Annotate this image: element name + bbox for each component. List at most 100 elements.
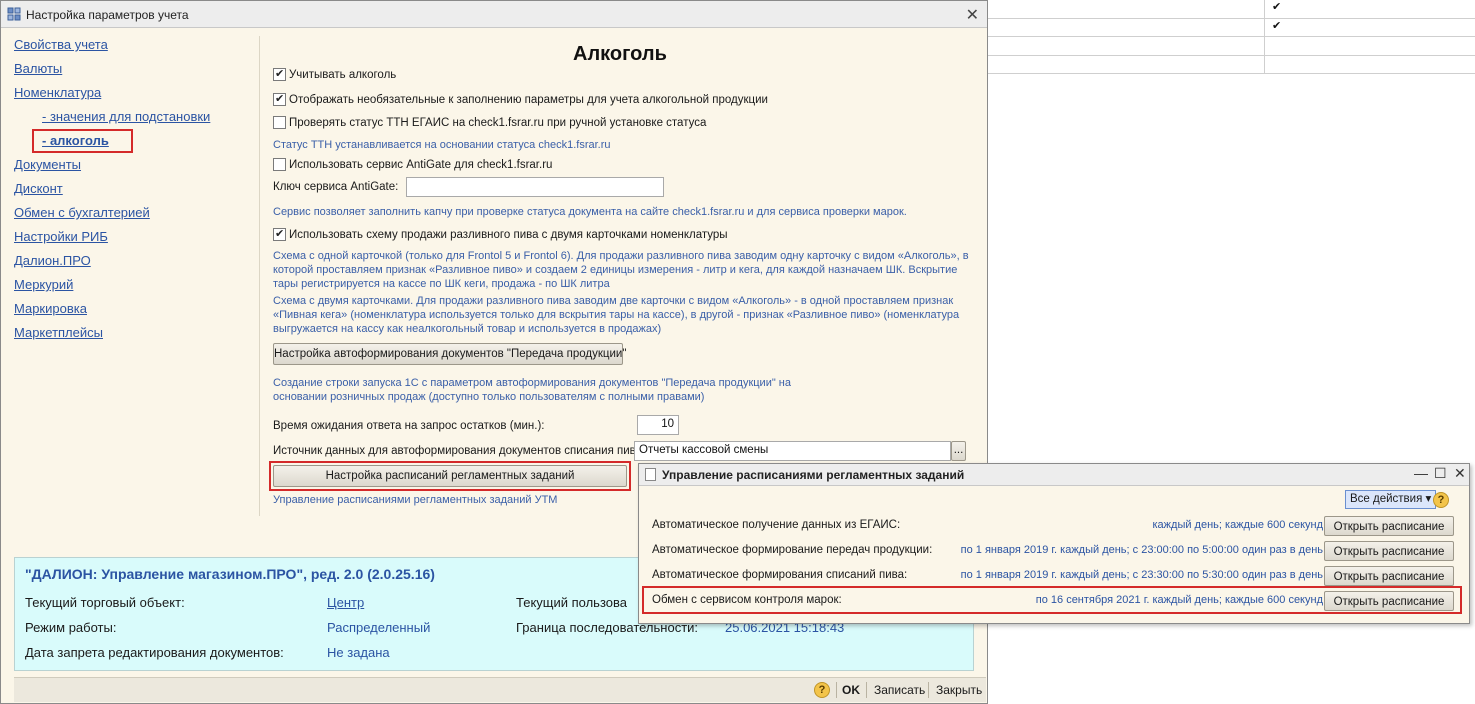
background-table-row — [988, 18, 1475, 37]
track-alcohol-checkbox[interactable] — [273, 67, 286, 81]
edit-lock-date-label: Дата запрета редактирования документов: — [25, 645, 284, 660]
minimize-icon[interactable]: — — [1414, 465, 1428, 481]
beer-two-cards-checkbox[interactable] — [273, 227, 286, 241]
help-icon[interactable]: ? — [814, 682, 830, 698]
open-schedule-button[interactable]: Открыть расписание — [1324, 541, 1454, 561]
antigate-key-label: Ключ сервиса AntiGate: — [273, 181, 399, 193]
popup-title-bar[interactable]: Управление расписаниями регламентных зад… — [639, 464, 1469, 486]
two-cards-scheme-hint-line: выгружается на кассу как неалкогольный т… — [273, 323, 662, 335]
current-store-link[interactable]: Центр — [327, 595, 364, 610]
track-alcohol-label: Учитывать алкоголь — [289, 68, 397, 81]
schedules-management-window: Управление расписаниями регламентных зад… — [638, 463, 1470, 624]
toolbar-separator — [928, 682, 929, 698]
task-schedule: по 1 января 2019 г. каждый день; с 23:00… — [960, 544, 1323, 556]
current-store-label: Текущий торговый объект: — [25, 595, 185, 610]
popup-title: Управление расписаниями регламентных зад… — [662, 468, 965, 482]
document-icon — [645, 468, 656, 481]
alcohol-settings-panel: Алкоголь Учитывать алкоголь Отображать н… — [269, 29, 973, 519]
show-optional-params-checkbox[interactable] — [273, 92, 286, 106]
help-icon[interactable]: ? — [1433, 492, 1449, 508]
check-ttn-status-checkbox[interactable] — [273, 116, 286, 129]
two-cards-scheme-hint-line: Схема с двумя карточками. Для продажи ра… — [273, 295, 954, 307]
section-title: Алкоголь — [573, 43, 667, 65]
nav-item-mercury[interactable]: Меркурий — [14, 277, 73, 292]
ttn-status-hint: Статус ТТН устанавливается на основании … — [273, 139, 611, 151]
autoform-hint-line: Создание строки запуска 1С с параметром … — [273, 377, 791, 389]
current-user-label: Текущий пользова — [516, 595, 627, 610]
configuration-title: "ДАЛИОН: Управление магазином.ПРО", ред.… — [25, 566, 435, 582]
antigate-hint: Сервис позволяет заполнить капчу при про… — [273, 206, 907, 218]
show-optional-params-checkbox-row[interactable]: Отображать необязательные к заполнению п… — [273, 92, 768, 106]
nav-item-nomenclature[interactable]: Номенклатура — [14, 85, 101, 100]
maximize-icon[interactable]: ☐ — [1434, 465, 1447, 482]
task-name: Автоматическое формирование передач прод… — [652, 544, 933, 556]
nav-item-marketplaces[interactable]: Маркетплейсы — [14, 325, 103, 340]
nav-item-accounting-exchange[interactable]: Обмен с бухгалтерией — [14, 205, 150, 220]
task-row: Автоматическое формирование передач прод… — [639, 540, 1469, 562]
edit-lock-date-value: Не задана — [327, 645, 390, 660]
antigate-key-input[interactable] — [406, 177, 664, 197]
task-name: Автоматическое получение данных из ЕГАИС… — [652, 519, 901, 531]
stock-wait-time-input[interactable]: 10 — [637, 415, 679, 435]
open-schedule-button[interactable]: Открыть расписание — [1324, 566, 1454, 586]
window-title: Настройка параметров учета — [26, 8, 189, 22]
background-table-row — [988, 0, 1475, 19]
show-optional-params-label: Отображать необязательные к заполнению п… — [289, 93, 768, 106]
one-card-scheme-hint: Схема с одной карточкой (только для Fron… — [273, 249, 969, 291]
task-schedule: каждый день; каждые 600 секунд — [1152, 519, 1324, 531]
beer-writeoff-source-label: Источник данных для автоформирования док… — [273, 445, 646, 457]
settings-navigation: Свойства учета Валюты Номенклатура - зна… — [1, 29, 259, 549]
background-table: ✔ ✔ — [988, 0, 1475, 80]
nav-item-accounting-properties[interactable]: Свойства учета — [14, 37, 108, 52]
nav-item-dalion-pro[interactable]: Далион.ПРО — [14, 253, 91, 268]
one-card-scheme-hint-line: Схема с одной карточкой (только для Fron… — [273, 250, 969, 262]
nav-item-discount[interactable]: Дисконт — [14, 181, 63, 196]
toolbar-separator — [866, 682, 867, 698]
ok-button[interactable]: OK — [842, 683, 860, 697]
nav-item-rib-settings[interactable]: Настройки РИБ — [14, 229, 108, 244]
antigate-checkbox-row[interactable]: Использовать сервис AntiGate для check1.… — [273, 158, 552, 171]
autoform-transfer-docs-button[interactable]: Настройка автоформирования документов "П… — [273, 343, 626, 365]
nav-item-alcohol-highlight — [32, 129, 133, 153]
task-row: Автоматическое получение данных из ЕГАИС… — [639, 515, 1469, 537]
autoform-hint: Создание строки запуска 1С с параметром … — [273, 376, 791, 404]
beer-two-cards-label: Использовать схему продажи разливного пи… — [289, 228, 728, 241]
beer-writeoff-source-input[interactable]: Отчеты кассовой смены — [634, 441, 951, 461]
check-ttn-status-checkbox-row[interactable]: Проверять статус ТТН ЕГАИС на check1.fsr… — [273, 116, 706, 129]
window-command-bar: ? OK Записать Закрыть — [14, 677, 986, 702]
nav-item-currencies[interactable]: Валюты — [14, 61, 62, 76]
task-row: Автоматическое формирования списаний пив… — [639, 565, 1469, 587]
work-mode-label: Режим работы: — [25, 620, 117, 635]
toolbar-separator — [836, 682, 837, 698]
check-ttn-status-label: Проверять статус ТТН ЕГАИС на check1.fsr… — [289, 116, 707, 129]
close-icon[interactable]: ✕ — [1454, 465, 1466, 482]
open-schedule-button[interactable]: Открыть расписание — [1324, 516, 1454, 536]
schedules-settings-button[interactable]: Настройка расписаний регламентных задани… — [273, 465, 627, 487]
autoform-hint-line: основании розничных продаж (доступно тол… — [273, 391, 705, 403]
save-button[interactable]: Записать — [874, 683, 925, 697]
beer-two-cards-checkbox-row[interactable]: Использовать схему продажи разливного пи… — [273, 227, 728, 241]
marking-service-task-highlight — [642, 586, 1462, 614]
close-icon[interactable]: ✕ — [966, 5, 979, 25]
close-button[interactable]: Закрыть — [936, 683, 982, 697]
check-icon: ✔ — [1272, 20, 1282, 32]
background-table-row — [988, 37, 1475, 56]
two-cards-scheme-hint-line: «Пивная кега» (номенклатура используется… — [273, 309, 960, 321]
antigate-checkbox[interactable] — [273, 158, 286, 171]
work-mode-value: Распределенный — [327, 620, 431, 635]
window-title-bar[interactable]: Настройка параметров учета ✕ — [1, 1, 987, 28]
nav-item-marking[interactable]: Маркировка — [14, 301, 87, 316]
source-select-button[interactable]: ... — [951, 441, 966, 461]
background-table-row — [988, 55, 1475, 74]
nav-item-substitution-values[interactable]: - значения для подстановки — [42, 109, 210, 124]
schedules-hint: Управление расписаниями регламентных зад… — [273, 494, 558, 506]
nav-item-documents[interactable]: Документы — [14, 157, 81, 172]
background-table-column-divider — [1264, 0, 1265, 74]
all-actions-dropdown[interactable]: Все действия ▾ — [1345, 490, 1437, 509]
task-name: Автоматическое формирования списаний пив… — [652, 569, 908, 581]
settings-form-icon — [7, 7, 21, 21]
one-card-scheme-hint-line: тары регистрируется на кассе по ШК кеги,… — [273, 278, 610, 290]
track-alcohol-checkbox-row[interactable]: Учитывать алкоголь — [273, 67, 397, 81]
two-cards-scheme-hint: Схема с двумя карточками. Для продажи ра… — [273, 294, 959, 336]
check-icon: ✔ — [1272, 1, 1282, 13]
